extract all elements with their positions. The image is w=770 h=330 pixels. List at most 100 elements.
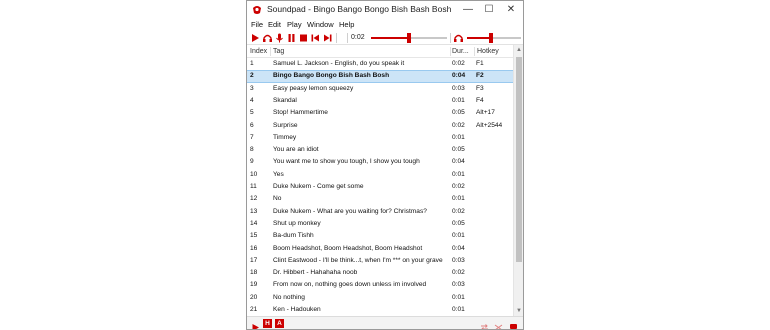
list-item-duration: 0:01 [452,133,465,141]
play-icon[interactable] [250,32,261,44]
volume-headphones-icon[interactable] [453,32,464,44]
list-item-hotkey: Alt+2544 [476,121,503,129]
list-item-tag: From now on, nothing goes down unless im… [273,281,427,289]
list-item-index: 2 [250,72,254,80]
previous-icon[interactable] [310,32,321,44]
list-header: Index Tag Dur... Hotkey [247,45,513,58]
list-item[interactable]: 14 Shut up monkey 0:05 [247,218,513,230]
list-item-duration: 0:02 [452,269,465,277]
menu-edit[interactable]: Edit [268,19,281,31]
minimize-button[interactable]: — [459,3,477,17]
pause-icon[interactable] [286,32,297,44]
next-icon[interactable] [322,32,333,44]
column-header-tag[interactable]: Tag [273,45,284,58]
list-item-duration: 0:02 [452,207,465,215]
maximize-button[interactable]: ☐ [480,3,498,17]
list-item[interactable]: 17 Clint Eastwood - I'll be think...t, wh… [247,255,513,267]
sound-list: 1 Samuel L. Jackson - English, do you spe… [247,58,513,316]
toolbar: 0:02 [247,31,523,45]
list-item-index: 8 [250,146,254,154]
list-item-duration: 0:01 [452,195,465,203]
list-item-tag: No nothing [273,293,305,301]
volume-slider[interactable] [467,32,521,44]
soundpad-window: Soundpad - Bingo Bango Bongo Bish Bash B… [246,0,524,330]
a-badge-icon[interactable]: A [275,319,284,328]
list-item[interactable]: 16 Boom Headshot, Boom Headshot, Boom Hea… [247,243,513,255]
play-small-icon[interactable] [251,319,260,329]
list-item-tag: Easy peasy lemon squeezy [273,84,354,92]
list-item-duration: 0:05 [452,146,465,154]
column-header-index[interactable]: Index [250,45,267,58]
progress-thumb[interactable] [407,33,411,43]
soundpad-logo-icon [253,6,261,14]
title-bar[interactable]: Soundpad - Bingo Bango Bongo Bish Bash B… [247,1,523,19]
list-item[interactable]: 4 Skandal 0:01 F4 [247,95,513,107]
list-item[interactable]: 1 Samuel L. Jackson - English, do you spe… [247,58,513,70]
list-item-duration: 0:03 [452,84,465,92]
scrollbar-thumb[interactable] [516,57,522,262]
list-item-index: 11 [250,183,257,190]
list-item[interactable]: 20 No nothing 0:01 [247,292,513,304]
list-item-tag: Yes [273,170,284,178]
window-title: Soundpad - Bingo Bango Bongo Bish Bash B… [267,4,452,14]
list-item[interactable]: 7 Timmey 0:01 [247,132,513,144]
list-item-index: 18 [250,269,258,277]
h-badge-icon[interactable]: H [263,319,272,328]
list-item[interactable]: 3 Easy peasy lemon squeezy 0:03 F3 [247,83,513,95]
menu-play[interactable]: Play [287,19,302,31]
volume-thumb[interactable] [489,33,494,43]
list-item-tag: Skandal [273,96,297,104]
shuffle-icon[interactable] [494,319,503,329]
list-item-tag: Clint Eastwood - I'll be think...t, when… [273,256,443,264]
toolbar-separator [336,33,337,43]
list-item[interactable]: 2 Bingo Bango Bongo Bish Bash Bosh 0:04 F2 [247,70,513,83]
menu-file[interactable]: File [251,19,263,31]
list-item-index: 7 [250,133,254,141]
list-item[interactable]: 10 Yes 0:01 [247,169,513,181]
list-item-hotkey: Alt+17 [476,109,495,117]
list-item[interactable]: 15 Ba-dum Tishh 0:01 [247,230,513,242]
menu-window[interactable]: Window [307,19,334,31]
list-item[interactable]: 6 Surprise 0:02 Alt+2544 [247,120,513,132]
list-item-index: 21 [250,306,258,313]
list-item-index: 1 [250,60,254,67]
column-header-duration[interactable]: Dur... [452,45,469,58]
column-header-hotkey[interactable]: Hotkey [477,45,499,58]
list-item-tag: Samuel L. Jackson - English, do you spea… [273,60,405,67]
list-item-duration: 0:01 [452,293,465,301]
list-item-duration: 0:03 [452,256,465,264]
list-item[interactable]: 21 Ken - Hadouken 0:01 [247,304,513,316]
list-item[interactable]: 5 Stop! Hammertime 0:05 Alt+17 [247,107,513,119]
column-divider[interactable] [474,47,475,56]
list-item-index: 13 [250,207,258,215]
list-item[interactable]: 9 You want me to show you tough, I show y… [247,156,513,168]
scroll-down-icon[interactable]: ▼ [516,308,522,314]
list-item[interactable]: 13 Duke Nukem - What are you waiting for?… [247,206,513,218]
column-divider[interactable] [270,47,271,56]
list-item-duration: 0:01 [452,306,465,313]
menu-help[interactable]: Help [339,19,354,31]
headphones-icon[interactable] [262,32,273,44]
stop-icon[interactable] [298,32,309,44]
list-item-index: 12 [250,195,258,203]
repeat-icon[interactable] [480,319,489,329]
microphone-icon[interactable] [274,32,285,44]
list-item-index: 4 [250,96,254,104]
list-item-duration: 0:03 [452,281,465,289]
list-item[interactable]: 18 Dr. Hibbert - Hahahaha noob 0:02 [247,267,513,279]
list-item-index: 14 [250,219,258,227]
list-item[interactable]: 11 Duke Nukem - Come get some 0:02 [247,181,513,193]
vertical-scrollbar[interactable]: ▲ ▼ [513,45,523,316]
list-item[interactable]: 8 You are an idiot 0:05 [247,144,513,156]
list-item[interactable]: 19 From now on, nothing goes down unless … [247,279,513,291]
list-item[interactable]: 12 No 0:01 [247,193,513,205]
chat-icon[interactable] [509,319,518,329]
close-button[interactable]: ✕ [502,3,520,17]
list-item-tag: You are an idiot [273,146,319,154]
scroll-up-icon[interactable]: ▲ [516,47,522,53]
list-item-tag: Duke Nukem - Come get some [273,183,364,190]
list-item-index: 17 [250,256,258,264]
column-divider[interactable] [450,47,451,56]
playback-progress-slider[interactable] [371,32,447,44]
toolbar-separator [450,33,451,43]
